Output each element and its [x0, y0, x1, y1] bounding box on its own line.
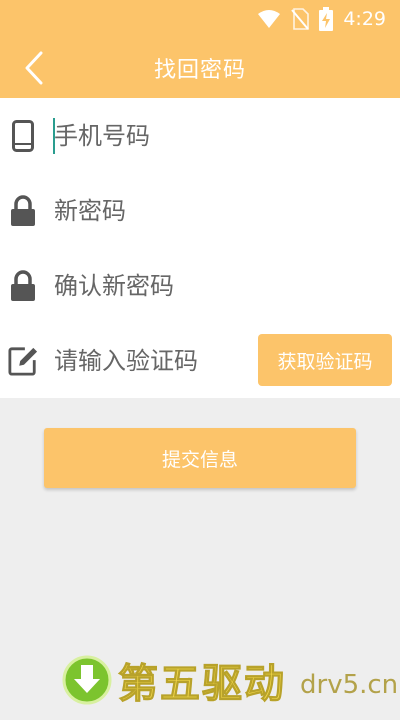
- download-arrow-icon: [62, 655, 112, 705]
- wifi-icon: [258, 10, 281, 28]
- watermark: 第五驱动 drv5.cn: [62, 654, 399, 708]
- edit-icon: [8, 343, 38, 379]
- lock-icon: [8, 193, 38, 229]
- no-sim-icon: [291, 8, 310, 30]
- get-code-button[interactable]: 获取验证码: [258, 334, 392, 386]
- new-password-row: [0, 173, 400, 248]
- page-title: 找回密码: [153, 58, 246, 83]
- phone-input[interactable]: [54, 116, 254, 156]
- submit-button[interactable]: 提交信息: [44, 428, 356, 488]
- lock-icon: [8, 268, 38, 304]
- phone-icon: [8, 118, 38, 154]
- chevron-left-icon: [25, 51, 43, 85]
- battery-charging-icon: [319, 7, 334, 31]
- text-cursor: [53, 118, 55, 154]
- status-time: 4:29: [343, 8, 386, 30]
- watermark-text: 第五驱动: [118, 661, 286, 708]
- status-bar: 4:29: [0, 0, 400, 38]
- code-input[interactable]: [54, 341, 244, 381]
- back-button[interactable]: [14, 48, 54, 88]
- confirm-password-row: [0, 248, 400, 323]
- phone-row: [0, 98, 400, 173]
- watermark-domain: drv5.cn: [300, 670, 399, 700]
- reset-password-form: 获取验证码: [0, 98, 400, 398]
- title-bar: 找回密码: [0, 38, 400, 98]
- confirm-password-input[interactable]: [54, 266, 254, 306]
- new-password-input[interactable]: [54, 191, 254, 231]
